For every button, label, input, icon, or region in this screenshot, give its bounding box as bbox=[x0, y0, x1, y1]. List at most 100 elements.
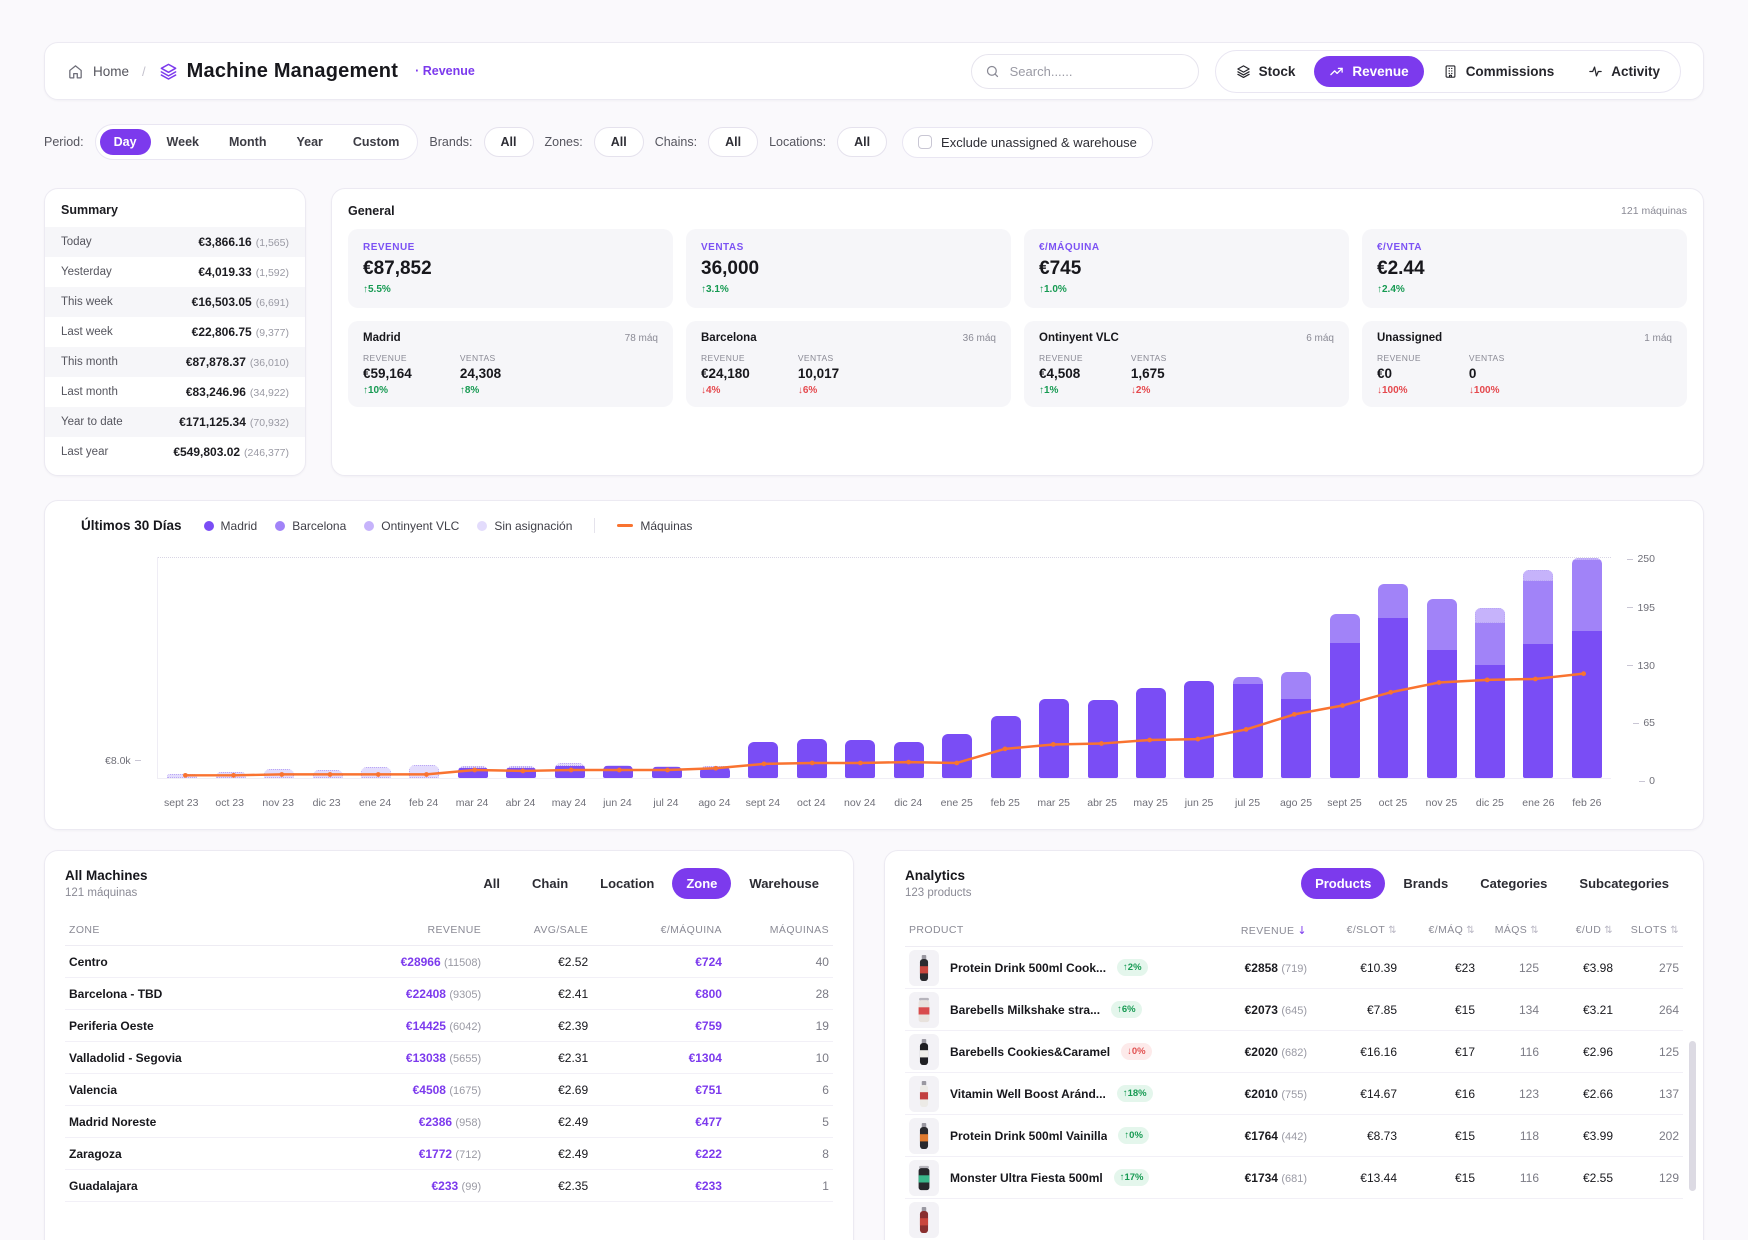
zone-metric-delta: ↓4% bbox=[701, 385, 750, 396]
period-option-custom[interactable]: Custom bbox=[339, 129, 414, 155]
product-name: Protein Drink 500ml Cook... bbox=[950, 961, 1106, 975]
maqs-cell: 118 bbox=[1475, 1129, 1539, 1143]
exclude-checkbox[interactable] bbox=[918, 135, 932, 149]
sort-icon[interactable]: ⇅ bbox=[1530, 925, 1539, 936]
filter-select-locations[interactable]: All bbox=[837, 127, 887, 157]
bar-slot bbox=[933, 557, 981, 778]
machines-cell: 5 bbox=[722, 1115, 829, 1129]
period-option-month[interactable]: Month bbox=[215, 129, 280, 155]
legend-item-barcelona[interactable]: Barcelona bbox=[275, 519, 346, 533]
x-axis-label: feb 25 bbox=[981, 797, 1029, 809]
nav-commissions-button[interactable]: Commissions bbox=[1428, 56, 1570, 87]
summary-row: Yesterday€4,019.33(1,592) bbox=[45, 257, 305, 287]
analytics-tab-products[interactable]: Products bbox=[1301, 868, 1385, 899]
table-row[interactable]: Protein Drink 500ml Vainilla↑0%€1764 (44… bbox=[905, 1115, 1683, 1157]
bar-segment-barcelona bbox=[1523, 581, 1553, 644]
machines-col-header[interactable]: MÁQUINAS bbox=[722, 924, 829, 936]
machines-tab-chain[interactable]: Chain bbox=[518, 868, 582, 899]
sort-icon[interactable]: ⇅ bbox=[1670, 925, 1679, 936]
sort-icon[interactable]: ⇅ bbox=[1604, 925, 1613, 936]
kpi-value: €87,852 bbox=[363, 258, 658, 280]
per-slot-cell: €14.67 bbox=[1307, 1087, 1397, 1101]
machines-tab-zone[interactable]: Zone bbox=[672, 868, 731, 899]
machines-tab-warehouse[interactable]: Warehouse bbox=[735, 868, 833, 899]
table-row[interactable]: Guadalajara€233 (99)€2.35€2331 bbox=[65, 1170, 833, 1202]
machines-cell: 28 bbox=[722, 987, 829, 1001]
table-row[interactable]: Barebells Cookies&Caramel↓0%€2020 (682)€… bbox=[905, 1031, 1683, 1073]
exclude-toggle[interactable]: Exclude unassigned & warehouse bbox=[902, 127, 1153, 158]
filter-select-chains[interactable]: All bbox=[708, 127, 758, 157]
search-box[interactable] bbox=[971, 54, 1199, 89]
analytics-col-header[interactable]: MÁQS⇅ bbox=[1475, 924, 1539, 937]
table-row[interactable]: Protein Drink 500ml Cook...↑2%€2858 (719… bbox=[905, 947, 1683, 989]
table-row[interactable]: Centro€28966 (11508)€2.52€72440 bbox=[65, 946, 833, 978]
stacked-bar bbox=[313, 770, 343, 778]
per-slot-cell: €8.73 bbox=[1307, 1129, 1397, 1143]
bar-segment-madrid bbox=[1572, 631, 1602, 778]
legend-item-ontinyent-vlc[interactable]: Ontinyent VLC bbox=[364, 519, 459, 533]
scrollbar-thumb[interactable] bbox=[1689, 1041, 1696, 1191]
sort-icon[interactable]: ⇅ bbox=[1466, 925, 1475, 936]
kpi-delta: ↑5.5% bbox=[363, 284, 658, 295]
analytics-tab-brands[interactable]: Brands bbox=[1389, 868, 1462, 899]
search-input[interactable] bbox=[1008, 63, 1185, 80]
product-cell: Vitamin Well Boost Aránd...↑18% bbox=[909, 1076, 1172, 1112]
maqs-cell: 116 bbox=[1475, 1045, 1539, 1059]
table-row[interactable]: Vitamin Well Boost Aránd...↑18%€2010 (75… bbox=[905, 1073, 1683, 1115]
revenue-cell: €1772 (712) bbox=[294, 1147, 481, 1161]
table-row[interactable]: Monster Ultra Fiesta 500ml↑17%€1734 (681… bbox=[905, 1157, 1683, 1199]
table-row[interactable]: Madrid Noreste€2386 (958)€2.49€4775 bbox=[65, 1106, 833, 1138]
legend-item-maquinas[interactable]: Máquinas bbox=[617, 519, 692, 533]
breadcrumb-home[interactable]: Home bbox=[93, 64, 129, 79]
legend-item-sin-asignaci-n[interactable]: Sin asignación bbox=[477, 519, 572, 533]
table-row[interactable]: Periferia Oeste€14425 (6042)€2.39€75919 bbox=[65, 1010, 833, 1042]
stacked-bar bbox=[167, 774, 197, 779]
bar-slot bbox=[206, 557, 254, 778]
table-row-partial[interactable] bbox=[905, 1199, 1683, 1240]
analytics-col-header[interactable]: €/UD⇅ bbox=[1539, 924, 1613, 937]
table-row[interactable]: Barcelona - TBD€22408 (9305)€2.41€80028 bbox=[65, 978, 833, 1010]
analytics-col-header[interactable]: €/SLOT⇅ bbox=[1307, 924, 1397, 937]
filter-select-brands[interactable]: All bbox=[484, 127, 534, 157]
machines-col-header[interactable]: ZONE bbox=[69, 924, 294, 936]
machines-tab-all[interactable]: All bbox=[469, 868, 514, 899]
sort-desc-icon[interactable]: ↓ bbox=[1297, 924, 1307, 937]
per-machine-cell: €477 bbox=[588, 1115, 722, 1129]
machines-col-header[interactable]: AVG/SALE bbox=[481, 924, 588, 936]
table-row[interactable]: Zaragoza€1772 (712)€2.49€2228 bbox=[65, 1138, 833, 1170]
nav-activity-button[interactable]: Activity bbox=[1573, 56, 1675, 87]
sort-icon[interactable]: ⇅ bbox=[1388, 925, 1397, 936]
nav-revenue-button[interactable]: Revenue bbox=[1314, 56, 1423, 87]
period-option-year[interactable]: Year bbox=[282, 129, 336, 155]
stacked-bar bbox=[1136, 688, 1166, 778]
bar-slot bbox=[1127, 557, 1175, 778]
zone-cell: Valladolid - Segovia bbox=[69, 1051, 294, 1065]
table-row[interactable]: Valladolid - Segovia€13038 (5655)€2.31€1… bbox=[65, 1042, 833, 1074]
bar-slot bbox=[1030, 557, 1078, 778]
nav-stock-button[interactable]: Stock bbox=[1221, 56, 1311, 87]
revenue-cell: €1734 (681) bbox=[1172, 1171, 1307, 1185]
analytics-tab-subcategories[interactable]: Subcategories bbox=[1565, 868, 1683, 899]
legend-item-madrid[interactable]: Madrid bbox=[204, 519, 258, 533]
table-row[interactable]: Barebells Milkshake stra...↑6%€2073 (645… bbox=[905, 989, 1683, 1031]
legend-dot bbox=[477, 521, 487, 531]
table-row[interactable]: Valencia€4508 (1675)€2.69€7516 bbox=[65, 1074, 833, 1106]
analytics-col-header[interactable]: €/MÁQ⇅ bbox=[1397, 924, 1475, 937]
analytics-col-header[interactable]: SLOTS⇅ bbox=[1613, 924, 1679, 937]
period-option-week[interactable]: Week bbox=[153, 129, 213, 155]
analytics-tab-categories[interactable]: Categories bbox=[1466, 868, 1561, 899]
analytics-col-header[interactable]: REVENUE↓ bbox=[1172, 924, 1307, 937]
period-option-day[interactable]: Day bbox=[100, 129, 151, 155]
machines-col-header[interactable]: €/MÁQUINA bbox=[588, 924, 722, 936]
revenue-cell: €2073 (645) bbox=[1172, 1003, 1307, 1017]
summary-row: This week€16,503.05(6,691) bbox=[45, 287, 305, 317]
analytics-col-header[interactable]: PRODUCT bbox=[909, 924, 1172, 937]
filter-select-zones[interactable]: All bbox=[594, 127, 644, 157]
x-axis-labels: sept 23oct 23nov 23dic 23ene 24feb 24mar… bbox=[157, 797, 1611, 809]
x-axis-label: dic 25 bbox=[1466, 797, 1514, 809]
summary-row-value: €87,878.37(36,010) bbox=[186, 355, 289, 369]
kpi-grid: REVENUE€87,852↑5.5%VENTAS36,000↑3.1%€/MÁ… bbox=[348, 229, 1687, 308]
x-axis-label: sept 25 bbox=[1320, 797, 1368, 809]
machines-col-header[interactable]: REVENUE bbox=[294, 924, 481, 936]
machines-tab-location[interactable]: Location bbox=[586, 868, 668, 899]
